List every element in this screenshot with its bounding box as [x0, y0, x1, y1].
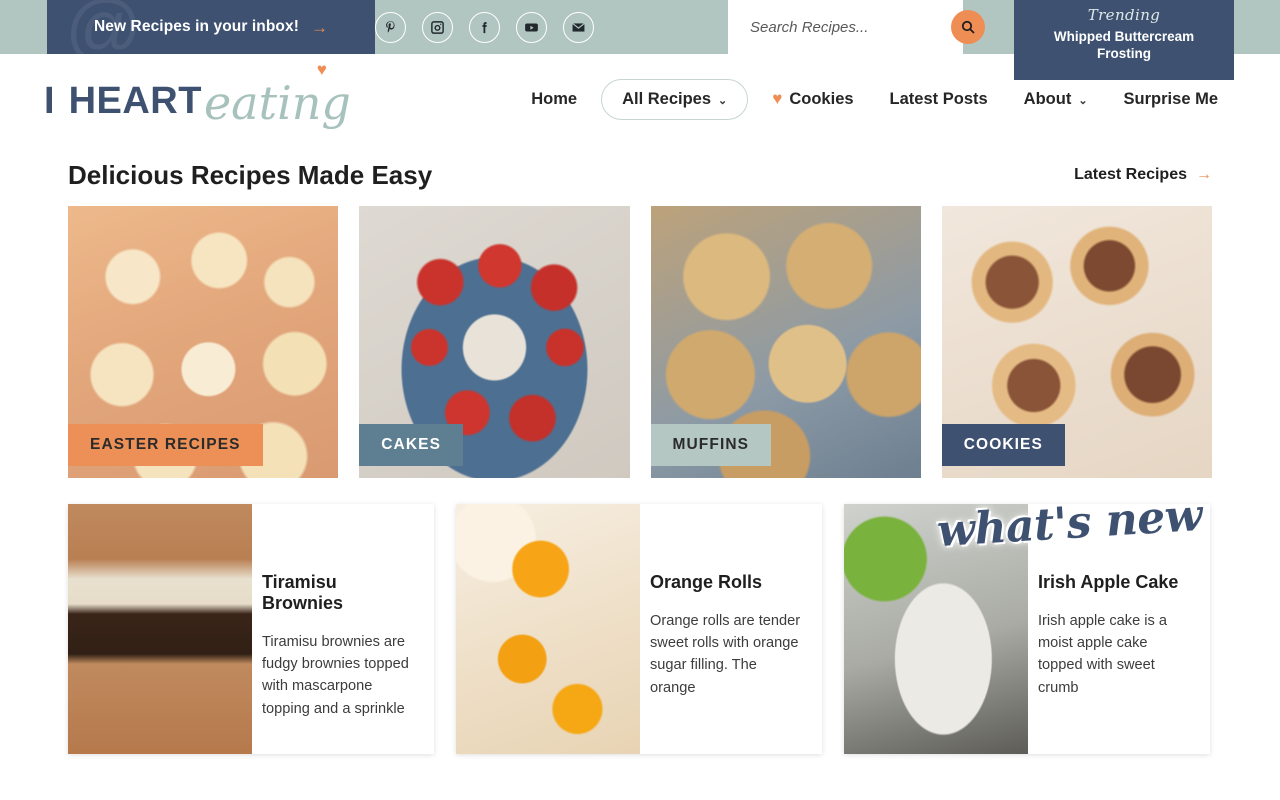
- facebook-icon[interactable]: [469, 11, 500, 43]
- logo-heart-icon: ♥: [316, 60, 327, 79]
- trending-title: Whipped Buttercream Frosting: [1053, 29, 1195, 62]
- search-input[interactable]: [750, 18, 951, 36]
- recipe-card-tiramisu-brownies[interactable]: Tiramisu Brownies Tiramisu brownies are …: [68, 504, 434, 754]
- logo-word-heart: HEART: [68, 80, 202, 122]
- category-label: COOKIES: [941, 424, 1065, 466]
- page-title: Delicious Recipes Made Easy: [68, 159, 433, 190]
- nav-label: Cookies: [789, 89, 854, 108]
- recipe-image: [456, 504, 640, 754]
- recipe-title: Orange Rolls: [650, 572, 763, 592]
- nav-label: All Recipes: [622, 89, 712, 108]
- nav-item-latest-posts[interactable]: Latest Posts: [872, 90, 1006, 109]
- chevron-down-icon: ⌄: [1078, 94, 1088, 107]
- arrow-right-icon: →: [311, 17, 328, 37]
- nav-item-surprise-me[interactable]: Surprise Me: [1106, 90, 1236, 109]
- recipe-title: Tiramisu Brownies: [262, 572, 344, 613]
- instagram-icon[interactable]: [422, 11, 453, 43]
- recipe-description: Orange rolls are tender sweet rolls with…: [650, 613, 801, 696]
- category-card-muffins[interactable]: MUFFINS: [650, 206, 921, 478]
- utility-top-bar: @ New Recipes in your inbox! → Trending …: [0, 0, 1280, 80]
- chevron-down-icon: ⌄: [718, 94, 728, 107]
- category-label: CAKES: [359, 424, 464, 466]
- youtube-icon[interactable]: [516, 11, 547, 43]
- email-icon[interactable]: [563, 11, 594, 43]
- logo-word-eating: eating: [203, 76, 351, 130]
- heart-icon: ♥: [772, 89, 783, 108]
- trending-kicker: Trending: [1087, 6, 1161, 24]
- category-card-row: EASTER RECIPES CAKES MUFFINS COOKIES: [0, 206, 1280, 478]
- category-label: MUFFINS: [650, 424, 772, 466]
- latest-recipes-label: Latest Recipes: [1074, 166, 1187, 183]
- nav-label: About: [1023, 89, 1072, 108]
- search-bar: [728, 0, 985, 54]
- recipe-image: [68, 504, 252, 754]
- nav-item-about[interactable]: About ⌄: [1006, 90, 1106, 109]
- nav-label: Surprise Me: [1123, 89, 1218, 108]
- trending-callout[interactable]: Trending Whipped Buttercream Frosting: [1014, 0, 1234, 80]
- category-label: EASTER RECIPES: [68, 424, 263, 466]
- recipe-card-orange-rolls[interactable]: Orange Rolls Orange rolls are tender swe…: [456, 504, 822, 754]
- newsletter-label: New Recipes in your inbox!: [93, 18, 299, 35]
- site-logo[interactable]: I HEART eating ♥: [44, 60, 351, 130]
- recipe-title: Irish Apple Cake: [1038, 572, 1179, 592]
- category-card-easter-recipes[interactable]: EASTER RECIPES: [68, 206, 339, 478]
- section-header: Delicious Recipes Made Easy Latest Recip…: [0, 152, 1280, 198]
- recipe-description: Irish apple cake is a moist apple cake t…: [1038, 613, 1167, 696]
- nav-label: Latest Posts: [889, 89, 988, 108]
- nav-item-all-recipes[interactable]: All Recipes ⌄: [601, 78, 749, 120]
- main-navigation: Home All Recipes ⌄ ♥ Cookies Latest Post…: [513, 78, 1236, 120]
- recipe-description: Tiramisu brownies are fudgy brownies top…: [262, 634, 409, 717]
- category-card-cookies[interactable]: COOKIES: [941, 206, 1212, 478]
- category-card-cakes[interactable]: CAKES: [359, 206, 630, 478]
- nav-label: Home: [531, 89, 578, 108]
- logo-word-i: I: [44, 80, 56, 122]
- arrow-right-icon: →: [1196, 166, 1212, 183]
- pinterest-icon[interactable]: [375, 11, 406, 43]
- nav-item-cookies[interactable]: ♥ Cookies: [754, 89, 871, 109]
- nav-item-home[interactable]: Home: [513, 90, 595, 109]
- newsletter-banner[interactable]: @ New Recipes in your inbox! →: [47, 0, 375, 54]
- search-button[interactable]: [951, 10, 985, 44]
- latest-recipes-link[interactable]: Latest Recipes →: [1074, 166, 1212, 184]
- social-links: [375, 0, 594, 54]
